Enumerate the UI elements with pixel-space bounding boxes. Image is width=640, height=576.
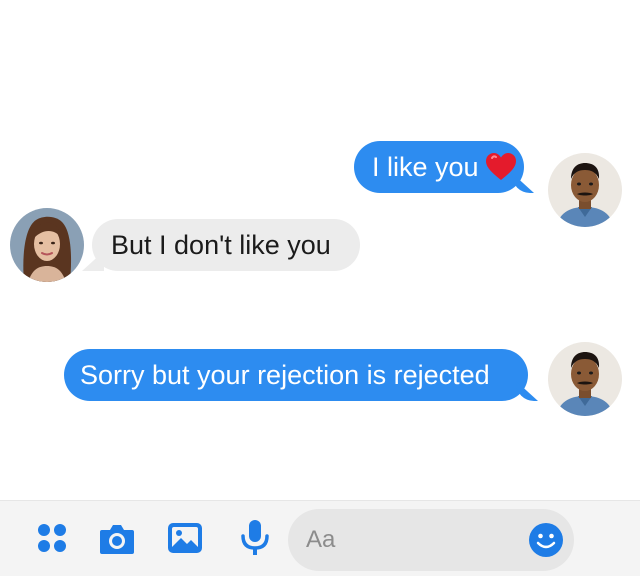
message-text: I like you	[372, 151, 479, 182]
microphone-icon[interactable]	[238, 518, 272, 558]
sender-avatar[interactable]	[548, 342, 622, 416]
smiley-icon[interactable]	[528, 522, 564, 558]
red-heart-icon	[485, 152, 517, 182]
message-input[interactable]	[306, 526, 506, 554]
camera-icon[interactable]	[98, 520, 136, 558]
message-text: But I don't like you	[111, 229, 331, 260]
outgoing-message[interactable]: Sorry but your rejection is rejected	[64, 349, 528, 401]
outgoing-message[interactable]: I like you	[354, 141, 524, 193]
more-icon[interactable]	[34, 520, 70, 556]
contact-avatar[interactable]	[10, 208, 84, 282]
chat-screen: I like you But I don't like you Sorry bu…	[0, 0, 640, 576]
incoming-message[interactable]: But I don't like you	[92, 219, 360, 271]
sender-avatar[interactable]	[548, 153, 622, 227]
photo-icon[interactable]	[166, 519, 204, 557]
message-text: Sorry but your rejection is rejected	[80, 359, 490, 390]
